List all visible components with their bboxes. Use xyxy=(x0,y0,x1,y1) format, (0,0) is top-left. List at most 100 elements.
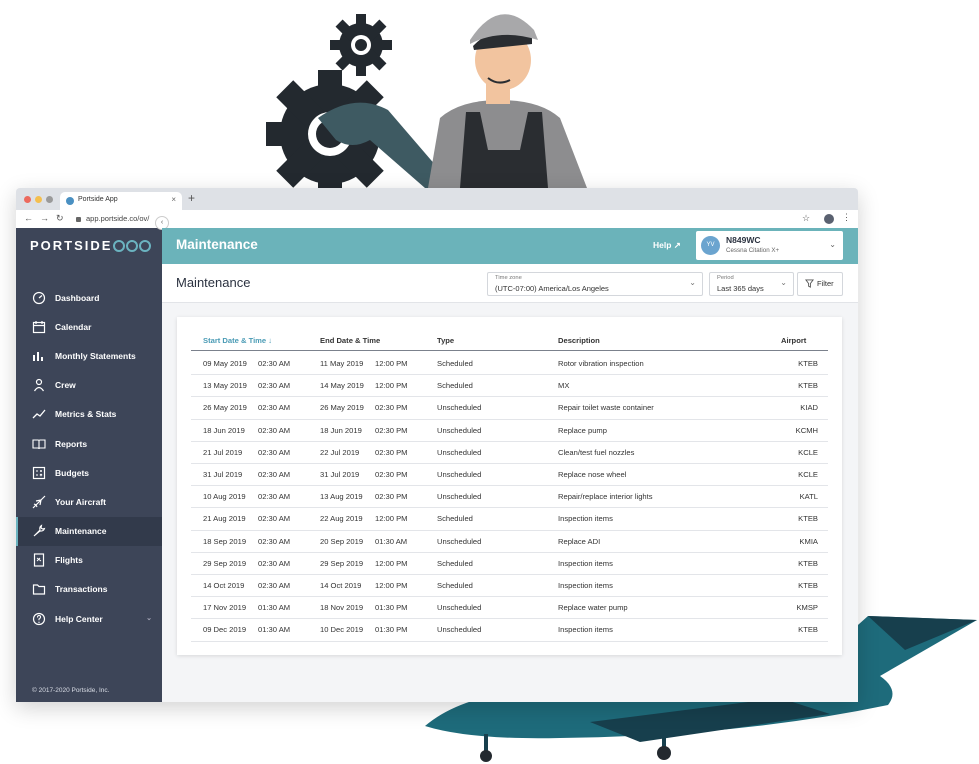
sidebar-item-label: Budgets xyxy=(55,467,89,478)
cell-end-date: 11 May 2019 xyxy=(320,359,364,368)
cell-start-time: 02:30 AM xyxy=(258,359,291,368)
sidebar-item-help-center[interactable]: Help Center ⌄ xyxy=(16,604,162,633)
cell-type: Scheduled xyxy=(437,514,473,524)
table-row[interactable]: 26 May 2019 02:30 AM 26 May 2019 02:30 PM Un… xyxy=(191,396,828,420)
table-row[interactable]: 14 Oct 2019 02:30 AM 14 Oct 2019 12:00 PM Sc… xyxy=(191,574,828,598)
new-tab-icon[interactable]: + xyxy=(188,191,195,205)
cell-end-time: 12:00 PM xyxy=(375,581,408,590)
cell-description: Replace water pump xyxy=(558,603,628,613)
back-icon[interactable]: ← xyxy=(24,213,33,223)
table-row[interactable]: 13 May 2019 02:30 AM 14 May 2019 12:00 PM Sc… xyxy=(191,374,828,398)
table-row[interactable]: 09 Dec 2019 01:30 AM 10 Dec 2019 01:30 PM Un… xyxy=(191,618,828,642)
table-row[interactable]: 29 Sep 2019 02:30 AM 29 Sep 2019 12:00 PM Sc… xyxy=(191,552,828,575)
cell-description: Repair toilet waste container xyxy=(558,403,654,413)
table-row[interactable]: 21 Aug 2019 02:30 AM 22 Aug 2019 12:00 PM Sc… xyxy=(191,507,828,531)
funnel-icon xyxy=(805,279,814,290)
maximize-window-button[interactable] xyxy=(46,196,53,203)
cell-start-date: 29 Sep 2019 xyxy=(203,558,247,568)
cell-type: Unscheduled xyxy=(437,470,482,479)
cell-end-date: 31 Jul 2019 xyxy=(320,470,360,479)
sidebar-item-budgets[interactable]: Budgets xyxy=(16,458,162,487)
cell-end-time: 12:00 PM xyxy=(375,558,408,568)
timezone-label: Time zone xyxy=(495,275,522,281)
cell-airport: KTEB xyxy=(798,381,818,391)
table-row[interactable]: 31 Jul 2019 02:30 AM 31 Jul 2019 02:30 PM Un… xyxy=(191,463,828,487)
table-row[interactable]: 17 Nov 2019 01:30 AM 18 Nov 2019 01:30 PM Un… xyxy=(191,596,828,620)
reload-icon[interactable]: ↻ xyxy=(56,213,64,224)
sidebar-item-flights[interactable]: Flights xyxy=(16,546,162,575)
column-airport[interactable]: Airport xyxy=(781,336,806,345)
maintenance-table: Start Date & Time ↓ End Date & Time Type… xyxy=(177,317,842,655)
sidebar-item-metrics-stats[interactable]: Metrics & Stats xyxy=(16,400,162,429)
column-start-date[interactable]: Start Date & Time ↓ xyxy=(203,336,272,345)
table-row[interactable]: 18 Jun 2019 02:30 AM 18 Jun 2019 02:30 PM Un… xyxy=(191,419,828,442)
sidebar-item-calendar[interactable]: Calendar xyxy=(16,312,162,341)
close-window-button[interactable] xyxy=(24,196,31,203)
wrench-icon xyxy=(32,524,46,538)
bookmark-star-icon[interactable]: ☆ xyxy=(802,213,810,224)
cell-start-time: 02:30 AM xyxy=(258,536,291,546)
timezone-value: (UTC-07:00) America/Los Angeles xyxy=(495,284,609,293)
tab-bar: Portside App × + xyxy=(16,188,858,210)
cell-end-date: 22 Aug 2019 xyxy=(320,514,363,524)
cell-airport: KTEB xyxy=(798,625,818,635)
sidebar-item-crew[interactable]: Crew xyxy=(16,371,162,400)
filter-button[interactable]: Filter xyxy=(797,272,843,296)
table-row[interactable]: 09 May 2019 02:30 AM 11 May 2019 12:00 PM Sc… xyxy=(191,352,828,376)
chevron-down-icon: ⌄ xyxy=(780,278,787,287)
cell-start-time: 02:30 AM xyxy=(258,425,291,435)
column-type[interactable]: Type xyxy=(437,336,454,345)
sidebar-item-your-aircraft[interactable]: Your Aircraft xyxy=(16,487,162,516)
cell-end-time: 12:00 PM xyxy=(375,514,408,524)
cell-airport: KTEB xyxy=(798,514,818,524)
sidebar-item-label: Crew xyxy=(55,380,76,391)
minimize-window-button[interactable] xyxy=(35,196,42,203)
aircraft-selector[interactable]: YV N849WC Cessna Citation X+ ⌄ xyxy=(696,231,843,260)
period-label: Period xyxy=(717,275,734,281)
forward-icon[interactable]: → xyxy=(40,213,49,223)
sidebar-item-label: Your Aircraft xyxy=(55,496,107,507)
sidebar-item-transactions[interactable]: Transactions xyxy=(16,575,162,604)
cell-end-time: 01:30 AM xyxy=(375,536,408,546)
copyright: © 2017-2020 Portside, Inc. xyxy=(32,687,110,694)
timezone-select[interactable]: Time zone (UTC-07:00) America/Los Angele… xyxy=(487,272,703,296)
sidebar-item-monthly-statements[interactable]: Monthly Statements xyxy=(16,341,162,370)
table-row[interactable]: 21 Jul 2019 02:30 AM 22 Jul 2019 02:30 PM Un… xyxy=(191,441,828,464)
table-row[interactable]: 10 Aug 2019 02:30 AM 13 Aug 2019 02:30 PM Un… xyxy=(191,485,828,509)
cell-type: Unscheduled xyxy=(437,425,482,435)
table-row[interactable]: 18 Sep 2019 02:30 AM 20 Sep 2019 01:30 AM Un… xyxy=(191,530,828,553)
cell-end-time: 01:30 PM xyxy=(375,603,408,613)
aircraft-model: Cessna Citation X+ xyxy=(726,247,780,254)
sidebar-item-label: Metrics & Stats xyxy=(55,409,117,420)
cell-end-time: 02:30 PM xyxy=(375,403,408,413)
column-end-date[interactable]: End Date & Time xyxy=(320,336,380,345)
cell-end-time: 02:30 PM xyxy=(375,492,408,502)
cell-type: Scheduled xyxy=(437,558,473,568)
browser-menu-icon[interactable]: ⋮ xyxy=(842,212,851,223)
cell-type: Unscheduled xyxy=(437,447,482,457)
profile-avatar[interactable] xyxy=(824,214,834,224)
document-icon xyxy=(32,553,46,567)
cell-airport: KCLE xyxy=(798,447,818,457)
wrench-illustration xyxy=(318,102,455,188)
help-link[interactable]: Help ↗ xyxy=(653,240,681,251)
cell-start-date: 26 May 2019 xyxy=(203,403,247,413)
close-tab-icon[interactable]: × xyxy=(171,195,176,204)
sidebar-item-maintenance[interactable]: Maintenance xyxy=(16,516,162,546)
cell-start-date: 31 Jul 2019 xyxy=(203,470,243,479)
sidebar-item-dashboard[interactable]: Dashboard xyxy=(16,283,162,312)
app-header: Maintenance Help ↗ YV N849WC Cessna Cita… xyxy=(162,228,858,264)
cell-start-date: 09 May 2019 xyxy=(203,359,247,368)
period-select[interactable]: Period Last 365 days ⌄ xyxy=(709,272,794,296)
browser-tab[interactable]: Portside App × xyxy=(60,192,182,210)
cell-end-date: 22 Jul 2019 xyxy=(320,447,360,457)
large-gear-icon xyxy=(266,70,394,198)
url-field[interactable]: app.portside.co/ov/ xyxy=(76,213,776,225)
chevron-down-icon: ⌄ xyxy=(689,278,696,287)
column-description[interactable]: Description xyxy=(558,336,600,345)
cell-end-date: 20 Sep 2019 xyxy=(320,536,364,546)
cell-end-time: 01:30 PM xyxy=(375,625,408,635)
cell-end-date: 26 May 2019 xyxy=(320,403,364,413)
sidebar-item-reports[interactable]: Reports xyxy=(16,429,162,458)
plane-icon xyxy=(32,495,46,509)
